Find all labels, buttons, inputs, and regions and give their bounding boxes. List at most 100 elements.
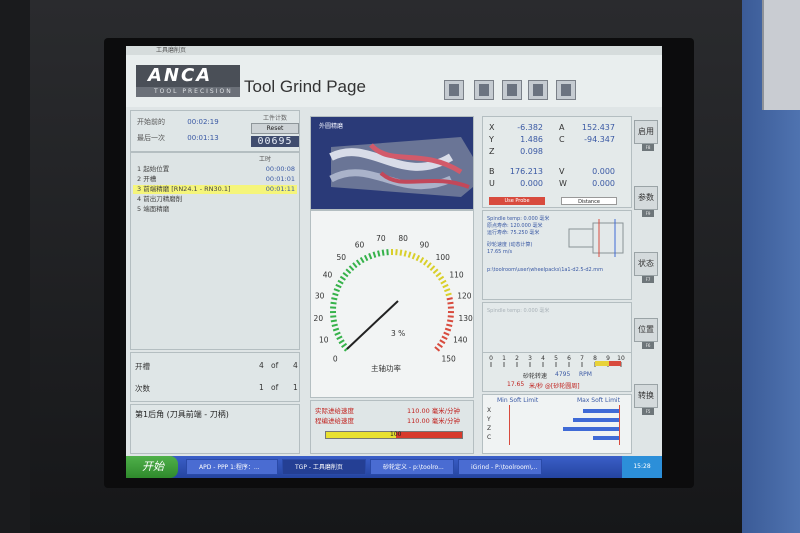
- soft-limit-axis: X: [487, 407, 492, 414]
- scale-tick-label: 9: [606, 355, 610, 362]
- axis-name: Z: [489, 147, 495, 156]
- screen: 工具磨削页 ANCA TOOL PRECISION Tool Grind Pag…: [126, 46, 662, 478]
- gauge-tick: [381, 249, 385, 256]
- logo-subtext: TOOL PRECISION: [136, 87, 240, 97]
- axis-name: W: [559, 179, 567, 188]
- timer-value: 00:01:13: [187, 134, 219, 142]
- gauge-tick: [442, 283, 449, 289]
- wheel-speed-panel: 0 1 2 3 4 5 6 7 8 9 10 砂轮转速 4795 RPM 17.65 米/秒 @[砂…: [482, 352, 632, 392]
- soft-limit-axis: Y: [487, 416, 491, 423]
- wheel-info-line: Spindle temp: 0.000 毫米: [487, 216, 550, 222]
- side-button-enable[interactable]: 启用: [634, 120, 658, 144]
- operation-row[interactable]: 2 开槽 00:01:01: [133, 175, 297, 184]
- toolbar: [444, 80, 584, 104]
- taskbar-item[interactable]: 砂轮定义 - p:\toolro...: [370, 459, 454, 475]
- scale-tick-label: 0: [489, 355, 493, 362]
- system-clock: 15:28: [622, 456, 662, 478]
- feed-row: 实际进给速度 110.00 毫米/分钟: [315, 405, 471, 415]
- wall-panel: [762, 0, 800, 110]
- gauge-tick: [447, 301, 454, 305]
- wheel-info-line: 砂轮速度 (动态计算): [487, 242, 533, 248]
- wheel-info: Spindle temp: 0.000 毫米 原点寿命: 120.000 毫米 …: [482, 210, 632, 300]
- feed-override-bar[interactable]: 100: [325, 431, 463, 439]
- scale-tick-label: 2: [515, 355, 519, 362]
- use-probe-button[interactable]: Use Probe: [489, 197, 545, 205]
- operation-label: 1 起始位置: [137, 165, 170, 173]
- wheel-info-line: Spindle temp: 0.000 毫米: [487, 308, 550, 314]
- gauge-tick: [415, 254, 421, 262]
- pass-counters: 开槽 4 of 4 次数 1 of 1: [130, 352, 300, 402]
- gauge-tick: [411, 253, 416, 260]
- page-title: Tool Grind Page: [244, 77, 366, 96]
- counter-current: 4: [259, 361, 264, 370]
- gauge-tick: [429, 265, 436, 271]
- start-button[interactable]: 开始: [126, 456, 178, 478]
- tool-icon[interactable]: [474, 80, 494, 100]
- counter-total: 1: [293, 383, 298, 392]
- side-button-params[interactable]: 参数: [634, 186, 658, 210]
- gauge-tick: [339, 275, 346, 281]
- fkey-label: F8: [642, 144, 654, 151]
- side-button-position[interactable]: 位置: [634, 318, 658, 342]
- soft-limit-bar-y: [573, 418, 619, 422]
- gauge-tick-label: 140: [453, 336, 468, 345]
- gauge-needle: [346, 300, 399, 350]
- gauge-tick: [342, 272, 349, 278]
- axis-value: 176.213: [509, 167, 543, 176]
- feed-row: 程编进给速度 110.00 毫米/分钟: [315, 415, 471, 425]
- side-button-convert[interactable]: 转换: [634, 384, 658, 408]
- operation-label: 3 前端精磨 [RN24.1 - RN30.1]: [137, 185, 231, 193]
- operation-list: 工时 1 起始位置 00:00:08 2 开槽 00:01:01 3 前端精磨 [R…: [130, 152, 300, 350]
- taskbar-item[interactable]: APD - PPP 1:程序：...: [186, 459, 278, 475]
- header: ANCA TOOL PRECISION Tool Grind Page: [126, 55, 662, 107]
- fkey-label: F6: [642, 342, 654, 349]
- grid-icon[interactable]: [502, 80, 522, 100]
- taskbar: 开始 APD - PPP 1:程序：... TGP - 工具磨削页 砂轮定义 -…: [126, 456, 662, 478]
- gauge-tick-label: 100: [436, 253, 451, 262]
- soft-limit-panel: Min Soft Limit Max Soft Limit X Y Z C: [482, 394, 632, 454]
- current-operation-name: 第1后角 (刀具前端 - 刀柄): [130, 404, 300, 454]
- fkey-label: F5: [642, 408, 654, 415]
- operation-label: 2 开槽: [137, 175, 157, 183]
- feed-rate-panel: 实际进给速度 110.00 毫米/分钟 程编进给速度 110.00 毫米/分钟 10…: [310, 400, 474, 454]
- operation-row[interactable]: 1 起始位置 00:00:08: [133, 165, 297, 174]
- part-count-display: 00695: [251, 136, 299, 147]
- feed-value: 110.00 毫米/分钟: [407, 407, 460, 415]
- operation-label: 5 端面精磨: [137, 205, 170, 213]
- monitor-icon[interactable]: [556, 80, 576, 100]
- distance-button[interactable]: Distance: [561, 197, 617, 205]
- document-icon[interactable]: [528, 80, 548, 100]
- reset-button[interactable]: Reset: [251, 123, 299, 134]
- gauge-tick: [337, 279, 344, 285]
- scale-tick-label: 6: [567, 355, 571, 362]
- operation-row[interactable]: 5 端面精磨: [133, 205, 297, 214]
- taskbar-item-active[interactable]: TGP - 工具磨削页: [282, 459, 366, 475]
- side-button-status[interactable]: 状态: [634, 252, 658, 276]
- wheel-info-line: 17.65 m/s: [487, 249, 513, 255]
- gauge-tick: [419, 256, 425, 264]
- counter-row: 开槽 4 of 4: [135, 361, 298, 372]
- scale-tick-label: 7: [580, 355, 584, 362]
- gauge-tick: [333, 288, 340, 293]
- operation-time: 00:01:01: [265, 175, 295, 183]
- axis-value: 152.437: [581, 123, 615, 132]
- gauge-tick: [331, 297, 338, 301]
- gauge-tick: [352, 262, 358, 269]
- operation-row[interactable]: 4 前出刀精磨削: [133, 195, 297, 204]
- program-icon[interactable]: [444, 80, 464, 100]
- feed-value: 110.00 毫米/分钟: [407, 417, 460, 425]
- fkey-label: F9: [642, 210, 654, 217]
- gauge-tick: [441, 335, 448, 341]
- taskbar-item[interactable]: iGrind - P:\toolroom\...: [458, 459, 542, 475]
- operation-list-header: 工时: [131, 153, 299, 163]
- gauge-tick: [335, 283, 342, 289]
- gauge-tick: [363, 254, 369, 262]
- operation-label: 4 前出刀精磨削: [137, 195, 183, 203]
- gauge-tick: [447, 315, 454, 318]
- logo-text: ANCA: [136, 65, 240, 87]
- gauge-tick: [359, 256, 365, 264]
- operation-row-selected[interactable]: 3 前端精磨 [RN24.1 - RN30.1] 00:01:11: [133, 185, 297, 194]
- feed-label: 程编进给速度: [315, 417, 354, 425]
- gauge-tick: [399, 249, 403, 256]
- gauge-tick: [338, 339, 345, 345]
